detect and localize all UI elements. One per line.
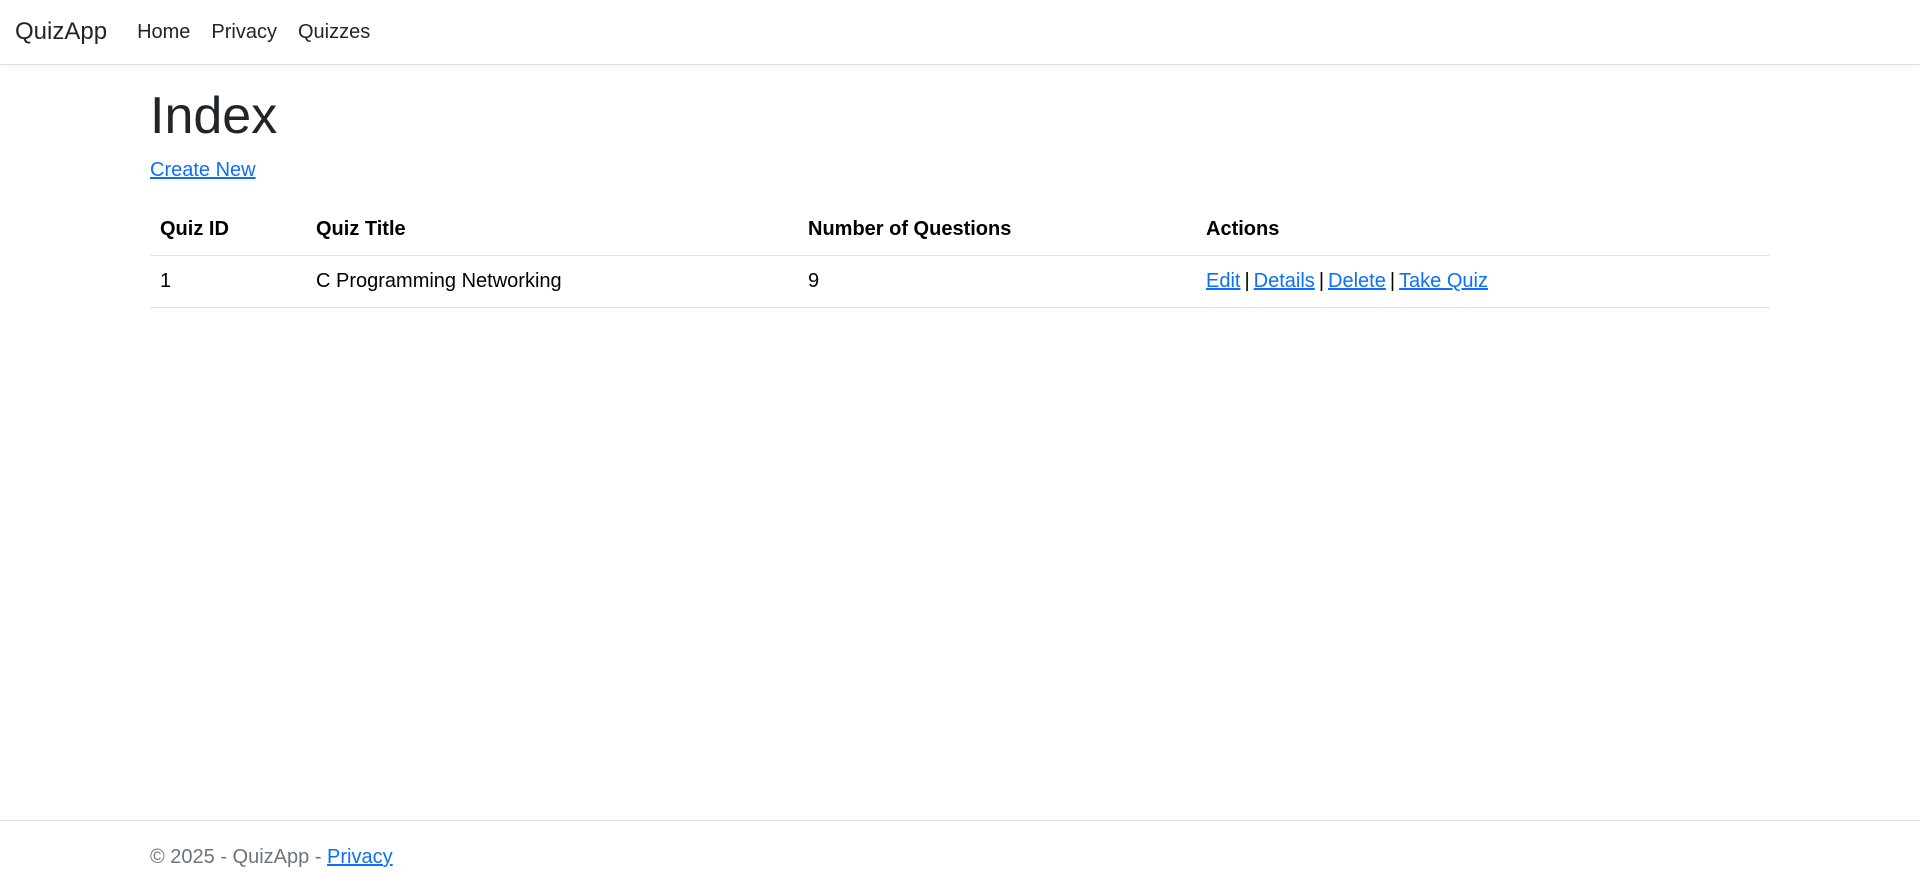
header-quiz-id: Quiz ID [150,204,306,257]
quiz-table: Quiz ID Quiz Title Number of Questions A… [150,204,1770,309]
cell-quiz-id: 1 [150,255,306,309]
header-actions: Actions [1196,204,1770,257]
nav-link-home[interactable]: Home [137,21,190,44]
navbar: QuizApp Home Privacy Quizzes [0,0,1920,65]
footer-content: © 2025 - QuizApp - Privacy [150,846,393,869]
table-header-row: Quiz ID Quiz Title Number of Questions A… [150,204,1770,257]
details-link[interactable]: Details [1254,270,1315,292]
cell-number-of-questions: 9 [798,255,1196,309]
main-content: Index Create New Quiz ID Quiz Title Numb… [150,65,1770,309]
table-row: 1 C Programming Networking 9 Edit | Detail… [150,255,1770,309]
action-separator: | [1389,270,1396,293]
cell-quiz-title: C Programming Networking [306,255,798,309]
create-new-link[interactable]: Create New [150,159,256,182]
delete-link[interactable]: Delete [1328,270,1386,292]
edit-link[interactable]: Edit [1206,270,1240,292]
page-title: Index [150,87,278,145]
footer: © 2025 - QuizApp - Privacy [0,820,1920,892]
footer-copyright: © 2025 - QuizApp - [150,846,322,868]
action-separator: | [1244,270,1250,293]
cell-actions: Edit | Details | Delete | Take Quiz [1196,255,1770,309]
brand-link[interactable]: QuizApp [15,18,107,46]
header-quiz-title: Quiz Title [306,204,798,257]
footer-privacy-link[interactable]: Privacy [327,846,393,868]
action-separator: | [1318,270,1325,293]
nav-link-privacy[interactable]: Privacy [211,21,277,44]
header-number-of-questions: Number of Questions [798,204,1196,257]
take-quiz-link[interactable]: Take Quiz [1399,270,1488,292]
nav-link-quizzes[interactable]: Quizzes [298,21,370,44]
